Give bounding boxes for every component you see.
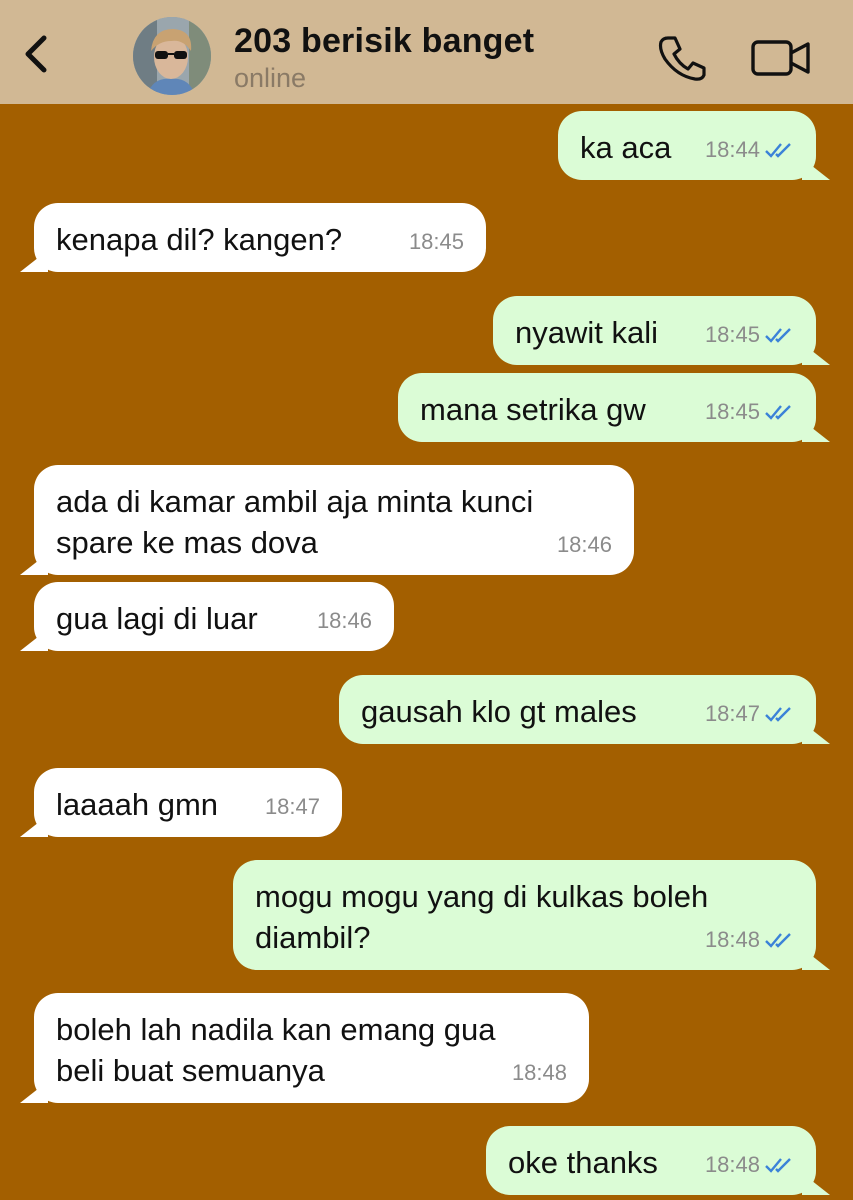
message-text: kenapa dil? kangen? — [56, 222, 343, 257]
message-meta: 18:46 — [317, 600, 372, 641]
outgoing-message[interactable]: mogu mogu yang di kulkas boleh diambil? … — [233, 860, 816, 970]
message-time: 18:45 — [704, 399, 760, 424]
double-check-icon — [765, 706, 791, 722]
message-text: oke thanks — [508, 1145, 658, 1180]
incoming-message[interactable]: laaaah gmn 18:47 — [34, 768, 342, 837]
incoming-message[interactable]: kenapa dil? kangen? 18:45 — [34, 203, 486, 272]
message-text: mana setrika gw — [420, 392, 646, 427]
message-time: 18:46 — [556, 532, 612, 557]
message-meta: 18:45 — [705, 314, 796, 355]
message-time: 18:47 — [704, 701, 760, 726]
message-text: boleh lah nadila kan emang gua beli buat… — [56, 1012, 496, 1088]
avatar[interactable] — [133, 17, 211, 95]
message-time: 18:44 — [704, 137, 760, 162]
video-camera-icon[interactable] — [750, 38, 812, 78]
message-meta: 18:44 — [705, 129, 796, 170]
double-check-icon — [765, 404, 791, 420]
message-text: gausah klo gt males — [361, 694, 637, 729]
double-check-icon — [765, 932, 791, 948]
message-time: 18:46 — [316, 608, 372, 633]
message-meta: 18:48 — [512, 1052, 567, 1093]
message-meta: 18:47 — [265, 786, 320, 827]
message-time: 18:48 — [511, 1060, 567, 1085]
incoming-message[interactable]: ada di kamar ambil aja minta kunci spare… — [34, 465, 634, 575]
message-text: ka aca — [580, 130, 672, 165]
message-text: gua lagi di luar — [56, 601, 258, 636]
double-check-icon — [765, 327, 791, 343]
outgoing-message[interactable]: ka aca 18:44 — [558, 111, 816, 180]
message-meta: 18:45 — [705, 391, 796, 432]
message-text: ada di kamar ambil aja minta kunci spare… — [56, 484, 534, 560]
message-time: 18:45 — [704, 322, 760, 347]
message-time: 18:48 — [704, 927, 760, 952]
outgoing-message[interactable]: nyawit kali 18:45 — [493, 296, 816, 365]
message-text: mogu mogu yang di kulkas boleh diambil? — [255, 879, 709, 955]
message-time: 18:47 — [264, 794, 320, 819]
double-check-icon — [765, 142, 791, 158]
incoming-message[interactable]: gua lagi di luar 18:46 — [34, 582, 394, 651]
chat-header: 203 berisik banget online — [0, 0, 853, 104]
incoming-message[interactable]: boleh lah nadila kan emang gua beli buat… — [34, 993, 589, 1103]
phone-icon[interactable] — [655, 33, 707, 81]
outgoing-message[interactable]: mana setrika gw 18:45 — [398, 373, 816, 442]
chat-title[interactable]: 203 berisik banget — [234, 22, 534, 61]
double-check-icon — [765, 1157, 791, 1173]
message-text: laaaah gmn — [56, 787, 219, 822]
message-meta: 18:48 — [705, 919, 796, 960]
message-meta: 18:48 — [705, 1144, 796, 1185]
message-meta: 18:46 — [557, 524, 612, 565]
message-time: 18:48 — [704, 1152, 760, 1177]
outgoing-message[interactable]: oke thanks 18:48 — [486, 1126, 816, 1195]
outgoing-message[interactable]: gausah klo gt males 18:47 — [339, 675, 816, 744]
message-text: nyawit kali — [515, 315, 658, 350]
message-meta: 18:47 — [705, 693, 796, 734]
message-meta: 18:45 — [409, 221, 464, 262]
chevron-left-icon[interactable] — [16, 30, 56, 78]
message-time: 18:45 — [408, 229, 464, 254]
presence-status: online — [234, 63, 307, 93]
